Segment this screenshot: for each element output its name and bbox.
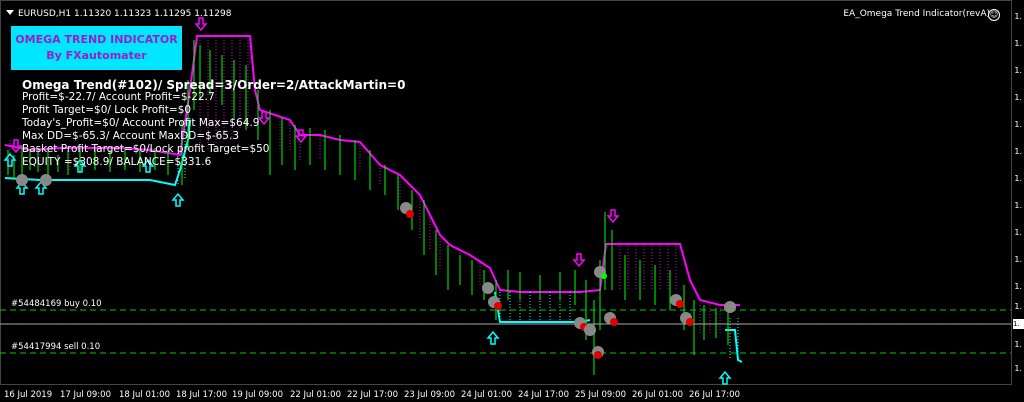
sell-order-label: #54417994 sell 0.10	[11, 342, 101, 352]
brand-subtitle: By FXautomater	[46, 49, 147, 62]
chart-window[interactable]: EURUSD,H1 1.11320 1.11323 1.11295 1.1129…	[0, 0, 1024, 402]
x-tick-label: 26 Jul 17:00	[689, 390, 740, 400]
y-tick-label: 1.	[1014, 93, 1022, 102]
y-tick-label: 1.	[1014, 340, 1022, 349]
y-tick-label: 1.	[1014, 147, 1022, 156]
brand-banner: OMEGA TREND INDICATOR By FXautomater	[11, 26, 182, 70]
magenta-band-line	[4, 35, 740, 306]
buy-order-label: #54484169 buy 0.10	[11, 299, 102, 309]
info-line-profit-target: Profit Target=$0/ Lock Profit=$0	[22, 104, 192, 116]
y-tick-label: 1.	[1014, 302, 1022, 311]
cyan-band-line-2	[494, 291, 591, 323]
y-tick-label: 1.	[1014, 255, 1022, 264]
info-line-equity: EQUITY =$308.9/ BALANCE=$331.6	[22, 156, 212, 168]
y-tick-label: 1.	[1014, 12, 1022, 21]
info-line-basket-target: Basket Profit Target=$0/Lock profit Targ…	[22, 143, 270, 155]
x-tick-label: 25 Jul 09:00	[575, 390, 626, 400]
info-line-today-profit: Today's_Profit=$0/ Account Profit Max=$6…	[22, 117, 260, 129]
y-tick-label: 1.	[1014, 201, 1022, 210]
chart-header: EURUSD,H1 1.11320 1.11323 1.11295 1.1129…	[6, 9, 231, 19]
info-line-max-dd: Max DD=$-65.3/ Account MaxDD=$-65.3	[22, 130, 239, 142]
y-tick-label: 1.	[1014, 174, 1022, 183]
x-tick-label: 26 Jul 01:00	[632, 390, 683, 400]
y-tick-label: 1.	[1014, 66, 1022, 75]
brand-title: OMEGA TREND INDICATOR	[15, 33, 178, 46]
x-tick-label: 17 Jul 09:00	[60, 390, 111, 400]
symbol-info: EURUSD,H1 1.11320 1.11323 1.11295 1.1129…	[18, 9, 232, 19]
y-tick-label: 1.	[1014, 39, 1022, 48]
x-tick-label: 22 Jul 01:00	[290, 390, 341, 400]
x-tick-label: 22 Jul 17:00	[347, 390, 398, 400]
ea-smiley-icon[interactable]: ☺	[988, 9, 1000, 21]
trade-marker-icons	[16, 174, 736, 359]
info-line-profit: Profit=$-22.7/ Account Profit=$-22.7	[22, 91, 215, 103]
x-tick-label: 24 Jul 01:00	[461, 390, 512, 400]
y-tick-label: 1.	[1014, 120, 1022, 129]
x-tick-label: 19 Jul 09:00	[232, 390, 283, 400]
x-tick-label: 18 Jul 17:00	[176, 390, 227, 400]
y-tick-label: 1.	[1014, 228, 1022, 237]
y-tick-label: 1.	[1014, 364, 1022, 373]
current-price-box: 1.	[1013, 319, 1024, 329]
x-tick-label: 18 Jul 01:00	[119, 390, 170, 400]
info-title: Omega Trend(#102)/ Spread=3/Order=2/Atta…	[22, 78, 406, 92]
x-tick-label: 23 Jul 09:00	[404, 390, 455, 400]
indicator-name[interactable]: EA_Omega Trend Indicator(revA)	[843, 9, 990, 19]
x-tick-label: 16 Jul 2019	[4, 390, 53, 400]
x-tick-label: 24 Jul 17:00	[518, 390, 569, 400]
chart-menu-triangle-icon[interactable]	[6, 10, 14, 15]
buy-arrow-icons	[3, 152, 732, 385]
y-tick-label: 1.	[1014, 282, 1022, 291]
